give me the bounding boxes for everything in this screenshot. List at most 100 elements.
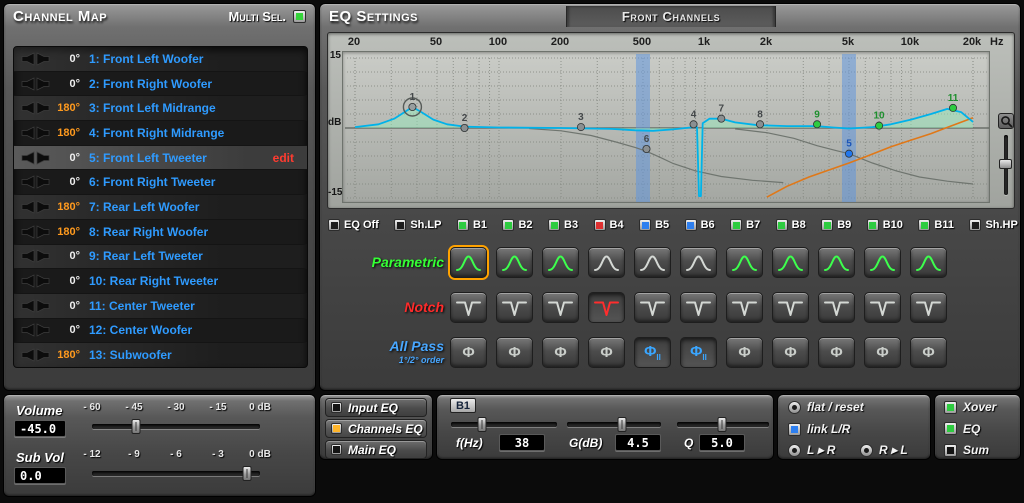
sub-vol-slider-thumb[interactable] (242, 466, 251, 481)
notch-filter-button[interactable] (496, 292, 533, 323)
channel-row[interactable]: 180°8: Rear Right Woofer (14, 220, 307, 245)
parametric-filter-button[interactable] (910, 247, 947, 278)
sub-vol-slider[interactable]: - 12- 9- 6- 30 dB (92, 449, 260, 483)
graph-zoom-button[interactable] (998, 113, 1014, 129)
front-channels-tab[interactable]: Front Channels (566, 6, 776, 27)
allpass-filter-button[interactable]: Φ (910, 337, 947, 368)
allpass-filter-button[interactable]: ΦII (634, 337, 671, 368)
eq-curve-plot[interactable]: 1234567891011 (342, 51, 990, 203)
band-enable-checkbox[interactable]: B6 (685, 219, 715, 231)
channel-row[interactable]: 0°6: Front Right Tweeter (14, 170, 307, 195)
volume-slider-track[interactable] (92, 424, 260, 429)
band-enable-checkbox[interactable]: B10 (867, 219, 903, 231)
copy-left-to-right-button[interactable]: L ▸ R (788, 443, 835, 457)
channel-row[interactable]: 0°10: Rear Right Tweeter (14, 269, 307, 294)
volume-value[interactable]: -45.0 (14, 420, 66, 437)
bell-curve-icon (455, 253, 482, 273)
band-enable-checkbox[interactable]: B9 (821, 219, 851, 231)
parametric-filter-button[interactable] (542, 247, 579, 278)
sub-vol-slider-track[interactable] (92, 471, 260, 476)
channels-eq-button[interactable]: Channels EQ (325, 419, 427, 438)
parametric-filter-button[interactable] (634, 247, 671, 278)
G(dB)-slider-thumb[interactable] (618, 417, 627, 432)
channel-row[interactable]: 0°1: Front Left Woofer (14, 47, 307, 72)
allpass-filter-button[interactable]: Φ (496, 337, 533, 368)
allpass-filter-button[interactable]: Φ (588, 337, 625, 368)
eq-toggle[interactable]: EQ (944, 422, 980, 436)
allpass-filter-button[interactable]: Φ (450, 337, 487, 368)
band-enable-checkbox[interactable]: B4 (594, 219, 624, 231)
channel-row[interactable]: 180°3: Front Left Midrange (14, 96, 307, 121)
volume-slider-thumb[interactable] (131, 419, 140, 434)
notch-filter-button[interactable] (910, 292, 947, 323)
channel-row[interactable]: 0°9: Rear Left Tweeter (14, 245, 307, 270)
Q-slider-track[interactable] (677, 422, 769, 427)
parametric-filter-button[interactable] (818, 247, 855, 278)
notch-filter-button[interactable] (818, 292, 855, 323)
channel-row[interactable]: 0°5: Front Left Tweeteredit (14, 146, 307, 171)
multi-sel-checkbox[interactable] (293, 10, 306, 23)
channel-phase: 0° (53, 78, 89, 90)
parametric-filter-button[interactable] (680, 247, 717, 278)
parametric-filter-button[interactable] (450, 247, 487, 278)
band-enable-checkbox[interactable]: B11 (918, 219, 954, 231)
sum-toggle[interactable]: Sum (944, 443, 989, 457)
parametric-filter-button[interactable] (772, 247, 809, 278)
allpass-filter-button[interactable]: ΦII (680, 337, 717, 368)
edit-badge[interactable]: edit (273, 151, 302, 165)
band-enable-checkbox[interactable]: Sh.HP (969, 219, 1017, 231)
band-enable-checkbox[interactable]: B2 (502, 219, 532, 231)
parametric-filter-button[interactable] (496, 247, 533, 278)
notch-filter-button[interactable] (450, 292, 487, 323)
notch-filter-button[interactable] (772, 292, 809, 323)
parametric-filter-button[interactable] (726, 247, 763, 278)
notch-filter-button[interactable] (726, 292, 763, 323)
slider-tick-label: 0 dB (249, 402, 271, 413)
sub-vol-value[interactable]: 0.0 (14, 467, 66, 484)
band-enable-checkbox[interactable]: B1 (457, 219, 487, 231)
allpass-filter-button[interactable]: Φ (818, 337, 855, 368)
channel-row[interactable]: 0°2: Front Right Woofer (14, 72, 307, 97)
volume-slider[interactable]: - 60- 45- 30- 150 dB (92, 402, 260, 436)
main-eq-button[interactable]: Main EQ (325, 440, 427, 459)
notch-filter-button[interactable] (680, 292, 717, 323)
graph-zoom-slider-thumb[interactable] (999, 159, 1012, 169)
allpass-filter-button[interactable]: Φ (864, 337, 901, 368)
channel-row[interactable]: 180°13: Subwoofer (14, 343, 307, 368)
band-enable-checkbox[interactable]: B3 (548, 219, 578, 231)
xover-toggle[interactable]: Xover (944, 400, 996, 414)
param-value-box[interactable]: 4.5 (615, 434, 661, 451)
allpass-filter-button[interactable]: Φ (726, 337, 763, 368)
band-enable-checkbox[interactable]: Sh.LP (394, 219, 441, 231)
parametric-filter-button[interactable] (864, 247, 901, 278)
link-lr-checkbox[interactable]: link L/R (788, 422, 850, 436)
copy-right-to-left-button[interactable]: R ▸ L (860, 443, 908, 457)
parametric-filter-button[interactable] (588, 247, 625, 278)
flat-reset-button[interactable]: flat / reset (788, 400, 864, 414)
notch-filter-button[interactable] (542, 292, 579, 323)
notch-filter-button[interactable] (864, 292, 901, 323)
band-enable-checkbox[interactable]: B7 (730, 219, 760, 231)
speaker-right-icon (36, 249, 53, 263)
band-enable-checkbox[interactable]: EQ Off (328, 219, 379, 231)
Q-slider-thumb[interactable] (718, 417, 727, 432)
allpass-filter-button[interactable]: Φ (772, 337, 809, 368)
notch-filter-button[interactable] (588, 292, 625, 323)
allpass-filter-button[interactable]: Φ (542, 337, 579, 368)
f(Hz)-slider-thumb[interactable] (477, 417, 486, 432)
param-value-box[interactable]: 38 (499, 434, 545, 451)
input-eq-button[interactable]: Input EQ (325, 398, 427, 417)
speaker-left-icon (19, 200, 36, 214)
f(Hz)-slider-track[interactable] (451, 422, 557, 427)
notch-filter-button[interactable] (634, 292, 671, 323)
band-enable-checkbox[interactable]: B8 (776, 219, 806, 231)
channel-row[interactable]: 0°12: Center Woofer (14, 319, 307, 344)
param-value-box[interactable]: 5.0 (699, 434, 745, 451)
G(dB)-slider-track[interactable] (567, 422, 661, 427)
eq-graph[interactable]: 20501002005001k2k5k10k20k Hz 15 dB -15 1… (327, 32, 1015, 209)
channel-row[interactable]: 180°4: Front Right Midrange (14, 121, 307, 146)
channel-row[interactable]: 0°11: Center Tweeter (14, 294, 307, 319)
channel-map-title: Channel Map (13, 8, 107, 25)
band-enable-checkbox[interactable]: B5 (639, 219, 669, 231)
channel-row[interactable]: 180°7: Rear Left Woofer (14, 195, 307, 220)
